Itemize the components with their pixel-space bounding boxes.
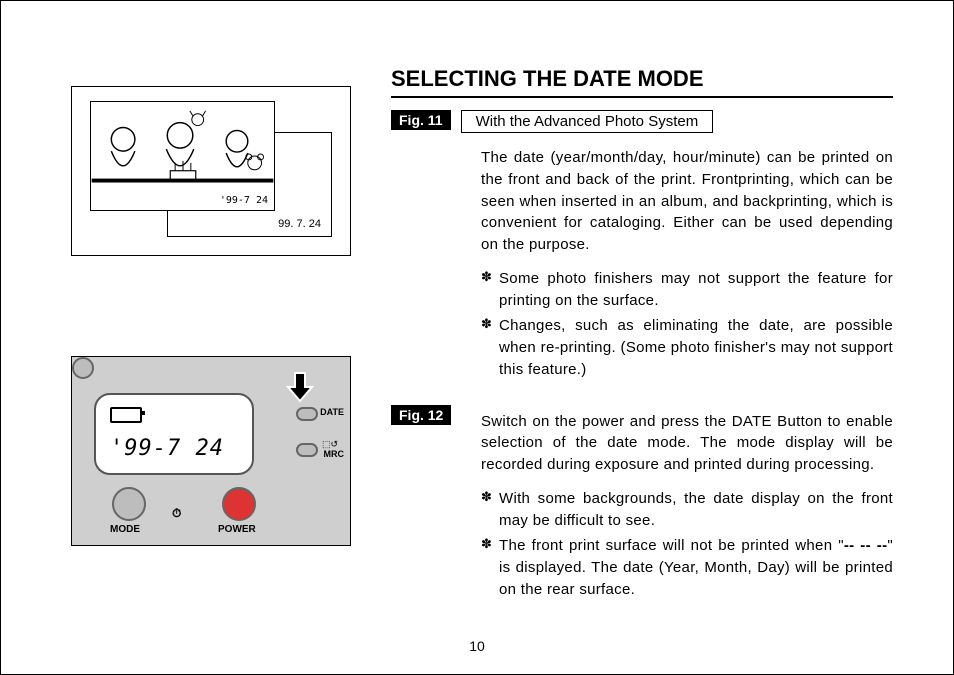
fig12-label: Fig. 12	[391, 405, 451, 425]
mrc-button	[296, 443, 318, 457]
print-back-date: 99. 7. 24	[278, 218, 321, 230]
fig11-body: The date (year/month/day, hour/minute) c…	[481, 147, 893, 256]
cartoon-scene-icon	[91, 102, 274, 210]
fig12-bullet-2: The front print surface will not be prin…	[481, 535, 893, 600]
dashes-placeholder: -- -- --	[844, 537, 888, 554]
fig11-subtitle: With the Advanced Photo System	[461, 110, 714, 133]
manual-page: 99. 7. 24	[0, 0, 954, 675]
arrow-down-icon	[286, 371, 314, 403]
left-column: 99. 7. 24	[71, 41, 361, 615]
fig11-bullet-1: Some photo finishers may not support the…	[481, 268, 893, 312]
mode-button	[112, 487, 146, 521]
date-button-label: DATE	[320, 407, 344, 417]
mrc-button-label: MRC	[324, 449, 345, 459]
page-number: 10	[1, 638, 953, 654]
fig11-label: Fig. 11	[391, 110, 451, 130]
fig11-header: Fig. 11 With the Advanced Photo System	[391, 110, 893, 133]
figure-11-illustration: 99. 7. 24	[71, 86, 351, 256]
lcd-date: '99-7 24	[110, 436, 224, 461]
date-button	[296, 407, 318, 421]
mode-button-label: MODE	[110, 524, 140, 535]
print-front-date: '99-7 24	[220, 195, 268, 206]
fig12-bullets: With some backgrounds, the date display …	[481, 488, 893, 601]
page-title: SELECTING THE DATE MODE	[391, 66, 893, 98]
content-row: 99. 7. 24	[71, 41, 893, 615]
selftimer-button	[72, 357, 94, 379]
power-button-label: POWER	[218, 524, 256, 535]
battery-icon	[110, 407, 142, 423]
fig12-body: Switch on the power and press the DATE B…	[481, 411, 893, 476]
right-column: SELECTING THE DATE MODE Fig. 11 With the…	[391, 41, 893, 615]
fig11-bullet-2: Changes, such as eliminating the date, a…	[481, 315, 893, 380]
figure-12-illustration: '99-7 24 MODE ⏱ POWER DATE ⬚↺ MRC	[71, 356, 351, 546]
print-front: '99-7 24	[90, 101, 275, 211]
lcd-screen: '99-7 24	[94, 393, 254, 475]
fig11-bullets: Some photo finishers may not support the…	[481, 268, 893, 381]
fig12-bullet-1: With some backgrounds, the date display …	[481, 488, 893, 532]
power-button	[222, 487, 256, 521]
selftimer-icon: ⏱	[172, 506, 181, 521]
